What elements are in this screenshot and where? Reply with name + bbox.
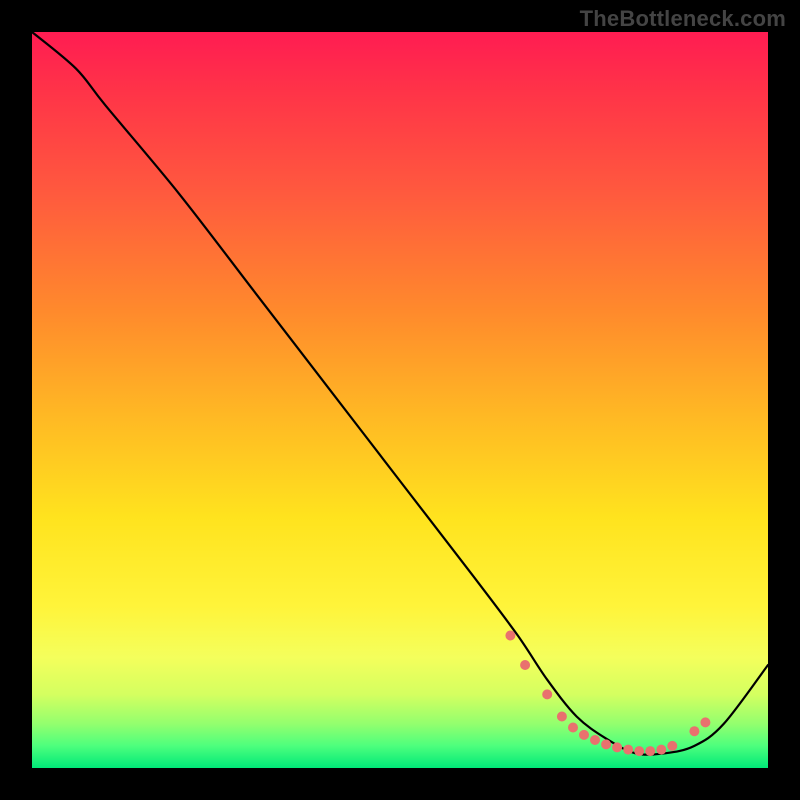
plot-area xyxy=(32,32,768,768)
sweet-spot-dot xyxy=(623,745,633,755)
curve-layer xyxy=(32,32,768,768)
sweet-spot-dot xyxy=(601,739,611,749)
sweet-spot-dot xyxy=(634,746,644,756)
sweet-spot-dot xyxy=(568,723,578,733)
sweet-spot-dot xyxy=(667,741,677,751)
sweet-spot-dot xyxy=(689,726,699,736)
sweet-spot-dot xyxy=(557,712,567,722)
sweet-spot-dot xyxy=(590,735,600,745)
chart-frame: TheBottleneck.com xyxy=(0,0,800,800)
sweet-spot-dot xyxy=(645,746,655,756)
bottleneck-curve xyxy=(32,32,768,755)
sweet-spot-dot xyxy=(505,631,515,641)
attribution-label: TheBottleneck.com xyxy=(580,6,786,32)
sweet-spot-dot xyxy=(579,730,589,740)
sweet-spot-dot xyxy=(520,660,530,670)
sweet-spot-dot xyxy=(700,717,710,727)
sweet-spot-dot xyxy=(612,742,622,752)
sweet-spot-dot xyxy=(656,745,666,755)
sweet-spot-dot xyxy=(542,689,552,699)
sweet-spot-markers xyxy=(505,631,710,757)
